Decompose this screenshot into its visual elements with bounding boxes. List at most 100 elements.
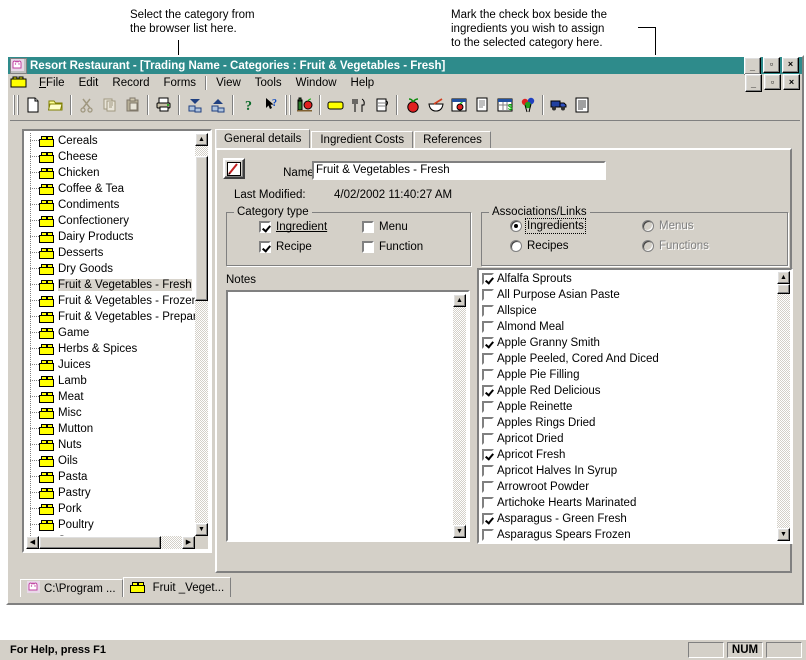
menu-item-window[interactable]: Window xyxy=(289,76,344,90)
checkbox-box[interactable] xyxy=(259,221,271,233)
print-icon[interactable] xyxy=(152,94,175,116)
ingredient-checkbox[interactable] xyxy=(482,369,494,381)
restore-button[interactable]: ▫ xyxy=(763,56,780,73)
tree-item-cereals[interactable]: Cereals xyxy=(26,133,195,149)
mixing-bowl-icon[interactable] xyxy=(424,94,447,116)
document-tab-fruit-vegetables[interactable]: Fruit _Veget... xyxy=(122,577,232,597)
help-question-icon[interactable]: ? xyxy=(237,94,260,116)
checkbox-recipe[interactable]: Recipe xyxy=(259,241,312,253)
ingredient-row[interactable]: All Purpose Asian Paste xyxy=(480,287,776,303)
cutlery-icon[interactable] xyxy=(347,94,370,116)
ingredient-checkbox[interactable] xyxy=(482,417,494,429)
tree-item-confectionery[interactable]: Confectionery xyxy=(26,213,195,229)
radio-button[interactable] xyxy=(510,240,522,252)
tree-item-lamb[interactable]: Lamb xyxy=(26,373,195,389)
minimize-button[interactable]: _ xyxy=(744,56,761,75)
menu-item-forms[interactable]: Forms xyxy=(156,76,203,90)
tree-item-poultry[interactable]: Poultry xyxy=(26,517,195,533)
tree-item-game[interactable]: Game xyxy=(26,325,195,341)
ingredient-row[interactable]: Alfalfa Sprouts xyxy=(480,271,776,287)
ingredient-row[interactable]: Artichoke Hearts Marinated xyxy=(480,495,776,511)
report-icon[interactable] xyxy=(570,94,593,116)
tree-item-misc[interactable]: Misc xyxy=(26,405,195,421)
tab-general-details[interactable]: General details xyxy=(215,129,311,149)
menu-item-edit[interactable]: Edit xyxy=(72,76,106,90)
menu-item-tools[interactable]: Tools xyxy=(248,76,289,90)
checkbox-box[interactable] xyxy=(362,241,374,253)
tree-item-fruit-vegetables-frozen[interactable]: Fruit & Vegetables - Frozen xyxy=(26,293,195,309)
tree-item-pork[interactable]: Pork xyxy=(26,501,195,517)
ingredient-checkbox[interactable] xyxy=(482,273,494,285)
ingredient-checkbox[interactable] xyxy=(482,513,494,525)
paste-icon[interactable] xyxy=(121,94,144,116)
ingredient-checklist[interactable]: Alfalfa Sprouts All Purpose Asian Paste … xyxy=(477,268,793,544)
cut-scissors-icon[interactable] xyxy=(75,94,98,116)
child-close-button[interactable]: × xyxy=(783,74,800,90)
checkbox-box[interactable] xyxy=(259,241,271,253)
tree-item-fruit-vegetables-prepared[interactable]: Fruit & Vegetables - Prepar xyxy=(26,309,195,325)
ingredient-list[interactable]: Alfalfa Sprouts All Purpose Asian Paste … xyxy=(480,271,776,541)
ingredient-row[interactable]: Apples Rings Dried xyxy=(480,415,776,431)
tree-item-dairy-products[interactable]: Dairy Products xyxy=(26,229,195,245)
scroll-up-button[interactable]: ▲ xyxy=(195,133,208,146)
ingredient-checkbox[interactable] xyxy=(482,321,494,333)
tree-item-desserts[interactable]: Desserts xyxy=(26,245,195,261)
category-tree-list[interactable]: Cereals Cheese Chicken Coffee & Tea Cond… xyxy=(26,133,195,536)
menu-item-help[interactable]: Help xyxy=(344,76,382,90)
scroll-left-button[interactable]: ◀ xyxy=(26,536,39,549)
ingredient-checkbox[interactable] xyxy=(482,305,494,317)
expand-tree-icon[interactable] xyxy=(206,94,229,116)
tab-ingredient-costs[interactable]: Ingredient Costs xyxy=(311,131,414,149)
balloons-icon[interactable] xyxy=(516,94,539,116)
notes-scroll-down-button[interactable]: ▼ xyxy=(453,525,466,538)
ingredient-checkbox[interactable] xyxy=(482,385,494,397)
menu-item-view[interactable]: View xyxy=(209,76,248,90)
ingredient-checkbox[interactable] xyxy=(482,337,494,349)
tree-item-juices[interactable]: Juices xyxy=(26,357,195,373)
help-pointer-icon[interactable]: ? xyxy=(260,94,283,116)
ingredient-row[interactable]: Apple Reinette xyxy=(480,399,776,415)
tree-item-nuts[interactable]: Nuts xyxy=(26,437,195,453)
scroll-right-button[interactable]: ▶ xyxy=(182,536,195,549)
ingredient-row[interactable]: Allspice xyxy=(480,303,776,319)
notes-scrollbar[interactable]: ▲ ▼ xyxy=(453,294,466,538)
ingredient-checkbox[interactable] xyxy=(482,353,494,365)
scroll-thumb-h[interactable] xyxy=(39,536,161,549)
ingredient-checkbox[interactable] xyxy=(482,289,494,301)
child-minimize-button[interactable]: _ xyxy=(745,74,762,92)
ingredient-checkbox[interactable] xyxy=(482,481,494,493)
toolbar-grip[interactable] xyxy=(13,95,19,115)
checkbox-function[interactable]: Function xyxy=(362,241,423,253)
checkbox-box[interactable] xyxy=(362,221,374,233)
recipe-card-icon[interactable] xyxy=(447,94,470,116)
menu-item-file[interactable]: FFile xyxy=(32,76,72,90)
copy-icon[interactable] xyxy=(98,94,121,116)
document-icon[interactable] xyxy=(470,94,493,116)
ingredient-row[interactable]: Asparagus Spears Frozen xyxy=(480,527,776,541)
edit-pencil-icon[interactable] xyxy=(223,158,245,179)
checkbox-ingredient[interactable]: Ingredient xyxy=(259,221,327,233)
ingredient-checkbox[interactable] xyxy=(482,401,494,413)
tomato-icon[interactable] xyxy=(401,94,424,116)
tree-vertical-scrollbar[interactable]: ▲ ▼ xyxy=(195,133,208,536)
ingredient-row[interactable]: Apple Red Delicious xyxy=(480,383,776,399)
new-document-icon[interactable] xyxy=(21,94,44,116)
ingredient-row[interactable]: Apple Granny Smith xyxy=(480,335,776,351)
beverages-icon[interactable] xyxy=(293,94,316,116)
folder-icon[interactable] xyxy=(10,76,27,90)
document-tab-program[interactable]: C:\Program ... xyxy=(20,579,123,597)
ingredient-checkbox[interactable] xyxy=(482,465,494,477)
ingredient-checkbox[interactable] xyxy=(482,529,494,541)
notes-scroll-up-button[interactable]: ▲ xyxy=(453,294,466,307)
notes-scroll-track[interactable] xyxy=(453,307,466,525)
radio-button[interactable] xyxy=(510,220,522,232)
toolbar-grip[interactable] xyxy=(285,95,291,115)
radio-recipes[interactable]: Recipes xyxy=(510,240,569,252)
jug-icon[interactable] xyxy=(370,94,393,116)
tree-item-fruit-vegetables-fresh[interactable]: Fruit & Vegetables - Fresh xyxy=(26,277,195,293)
tab-references[interactable]: References xyxy=(414,131,491,149)
collapse-tree-icon[interactable] xyxy=(183,94,206,116)
tree-item-dry-goods[interactable]: Dry Goods xyxy=(26,261,195,277)
ingredient-row[interactable]: Apple Peeled, Cored And Diced xyxy=(480,351,776,367)
ingredient-row[interactable]: Asparagus - Green Fresh xyxy=(480,511,776,527)
